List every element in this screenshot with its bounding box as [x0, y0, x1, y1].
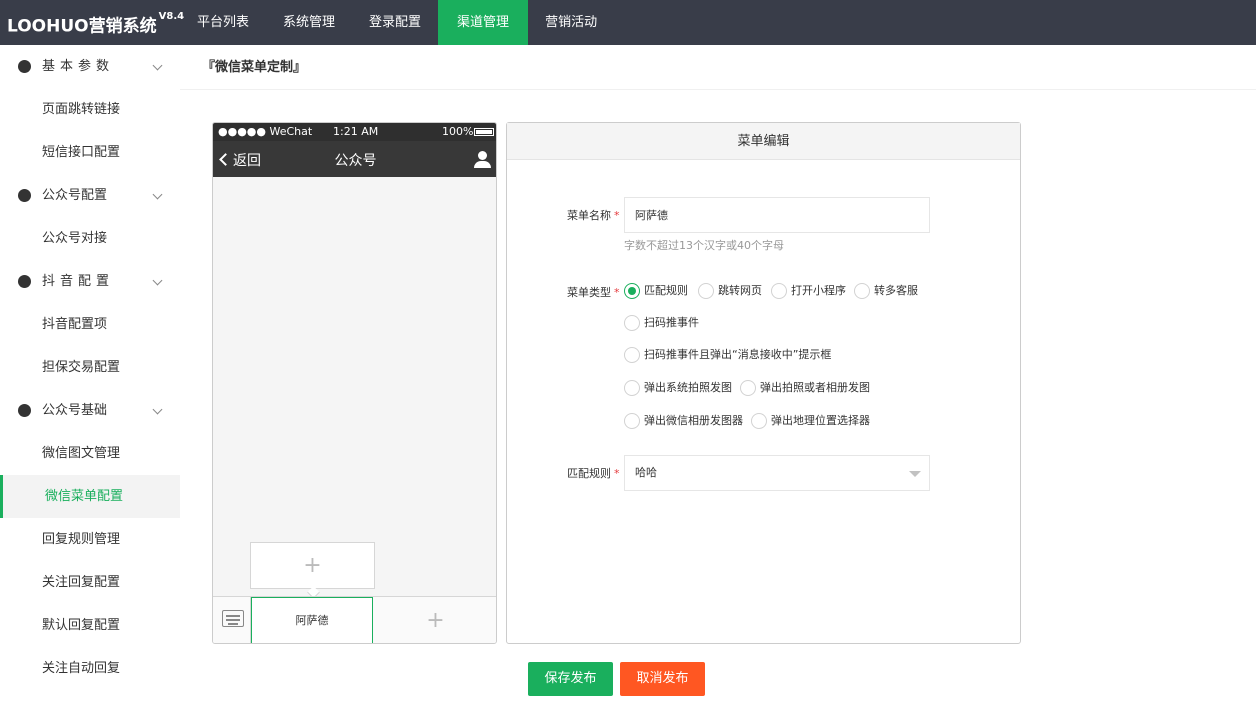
sidebar-group-label: 抖音配置: [42, 274, 115, 289]
phone-preview: ●●●●● WeChat 1:21 AM 100% 公众号 返回 + 阿萨德 +: [212, 122, 497, 644]
sidebar-item-wechat-menu[interactable]: 微信菜单配置: [0, 475, 180, 518]
sidebar-item-douyin-config-item[interactable]: 抖音配置项: [0, 303, 180, 346]
required-mark: *: [614, 467, 620, 480]
match-rule-value: 哈哈: [635, 466, 657, 479]
topnav-login-config[interactable]: 登录配置: [352, 0, 438, 45]
sidebar-group-douyin-config[interactable]: 抖音配置: [0, 260, 180, 303]
sidebar-item-official-account-connect[interactable]: 公众号对接: [0, 217, 180, 260]
chevron-down-icon: [152, 189, 163, 200]
radio-dot: [624, 380, 640, 396]
location-icon: [18, 404, 31, 417]
sidebar-item-wechat-article[interactable]: 微信图文管理: [0, 432, 180, 475]
app-logo: LOOHUO营销系统V8.4: [0, 0, 184, 45]
chevron-down-icon: [152, 404, 163, 415]
chevron-down-icon: [152, 60, 163, 71]
phone-menu-bar: 阿萨德 +: [213, 596, 496, 643]
sidebar-item-sms-config[interactable]: 短信接口配置: [0, 131, 180, 174]
radio-open-miniprogram[interactable]: 打开小程序: [771, 283, 846, 301]
battery-icon: [474, 128, 494, 136]
save-publish-button[interactable]: 保存发布: [528, 662, 613, 696]
sidebar: 基本参数 页面跳转链接 短信接口配置 公众号配置 公众号对接 抖音配置 抖音配置…: [0, 45, 180, 708]
sidebar-group-official-account-basic[interactable]: 公众号基础: [0, 389, 180, 432]
radio-photo-or-album[interactable]: 弹出拍照或者相册发图: [740, 380, 870, 398]
menu-name-hint: 字数不超过13个汉字或40个字母: [624, 239, 784, 252]
radio-match-rule[interactable]: 匹配规则: [624, 283, 688, 301]
battery-label: 100%: [442, 125, 474, 138]
cancel-publish-button[interactable]: 取消发布: [620, 662, 705, 696]
back-label: 返回: [233, 153, 261, 169]
sidebar-group-label: 基本参数: [42, 59, 115, 74]
sidebar-item-follow-auto-reply[interactable]: 关注自动回复: [0, 647, 180, 690]
top-bar: LOOHUO营销系统V8.4 平台列表 系统管理 登录配置 渠道管理 营销活动: [0, 0, 1256, 45]
match-rule-label: 匹配规则 *: [567, 467, 620, 480]
keyboard-icon[interactable]: [222, 610, 244, 627]
required-mark: *: [614, 209, 620, 222]
radio-dot: [751, 413, 767, 429]
play-icon: [18, 275, 31, 288]
menu-name-input[interactable]: [624, 197, 930, 233]
phone-status-bar: ●●●●● WeChat 1:21 AM 100%: [213, 123, 496, 141]
menu-editor-panel: 菜单编辑 菜单名称* 字数不超过13个汉字或40个字母 菜单类型* 匹配规则 跳…: [506, 122, 1021, 644]
clock-label: 1:21 AM: [333, 125, 379, 138]
sidebar-item-page-redirect[interactable]: 页面跳转链接: [0, 88, 180, 131]
phone-nav-bar: 公众号 返回: [213, 141, 496, 177]
chevron-left-icon: [219, 153, 232, 166]
radio-scan-push-waitmsg[interactable]: 扫码推事件且弹出“消息接收中”提示框: [624, 347, 831, 365]
required-mark: *: [614, 286, 620, 299]
radio-location-select[interactable]: 弹出地理位置选择器: [751, 413, 870, 431]
wechat-icon: [18, 189, 31, 202]
add-submenu-button[interactable]: +: [250, 542, 375, 589]
radio-dot: [624, 347, 640, 363]
match-rule-select[interactable]: 哈哈: [624, 455, 930, 491]
radio-wechat-album[interactable]: 弹出微信相册发图器: [624, 413, 743, 431]
sidebar-group-label: 公众号配置: [42, 188, 108, 203]
radio-dot: [624, 315, 640, 331]
sidebar-item-default-reply[interactable]: 默认回复配置: [0, 604, 180, 647]
carrier-label: ●●●●● WeChat: [218, 125, 313, 138]
radio-jump-webpage[interactable]: 跳转网页: [698, 283, 762, 301]
editor-header: 菜单编辑: [507, 123, 1020, 160]
sidebar-item-escrow-config[interactable]: 担保交易配置: [0, 346, 180, 389]
radio-sys-photo[interactable]: 弹出系统拍照发图: [624, 380, 732, 398]
radio-dot: [854, 283, 870, 299]
chevron-down-icon: [152, 275, 163, 286]
radio-dot: [624, 413, 640, 429]
user-icon[interactable]: [474, 151, 491, 168]
breadcrumb-bar: 『微信菜单定制』: [180, 45, 1256, 90]
radio-dot: [740, 380, 756, 396]
sidebar-group-label: 公众号基础: [42, 403, 108, 418]
radio-dot: [624, 283, 640, 299]
radio-scan-push[interactable]: 扫码推事件: [624, 315, 699, 333]
app-title: LOOHUO营销系统: [7, 16, 157, 37]
caret-down-icon: [909, 471, 921, 477]
topnav-marketing-activity[interactable]: 营销活动: [528, 0, 614, 45]
top-nav: 平台列表 系统管理 登录配置 渠道管理 营销活动: [180, 0, 614, 45]
topnav-platform-list[interactable]: 平台列表: [180, 0, 266, 45]
sidebar-item-reply-rules[interactable]: 回复规则管理: [0, 518, 180, 561]
topnav-channel-management[interactable]: 渠道管理: [438, 0, 529, 45]
add-menu-button[interactable]: +: [373, 597, 496, 643]
compass-icon: [18, 60, 31, 73]
menu-item-main[interactable]: 阿萨德: [251, 597, 373, 643]
sidebar-group-official-account-config[interactable]: 公众号配置: [0, 174, 180, 217]
back-button[interactable]: 返回: [219, 150, 261, 170]
topnav-system-management[interactable]: 系统管理: [266, 0, 352, 45]
sidebar-item-follow-reply[interactable]: 关注回复配置: [0, 561, 180, 604]
radio-transfer-customer-service[interactable]: 转多客服: [854, 283, 918, 301]
menu-name-label: 菜单名称 *: [567, 209, 620, 222]
breadcrumb: 『微信菜单定制』: [202, 60, 307, 75]
radio-dot: [771, 283, 787, 299]
menu-type-label: 菜单类型 *: [567, 286, 620, 299]
sidebar-group-basic-params[interactable]: 基本参数: [0, 45, 180, 88]
radio-dot: [698, 283, 714, 299]
